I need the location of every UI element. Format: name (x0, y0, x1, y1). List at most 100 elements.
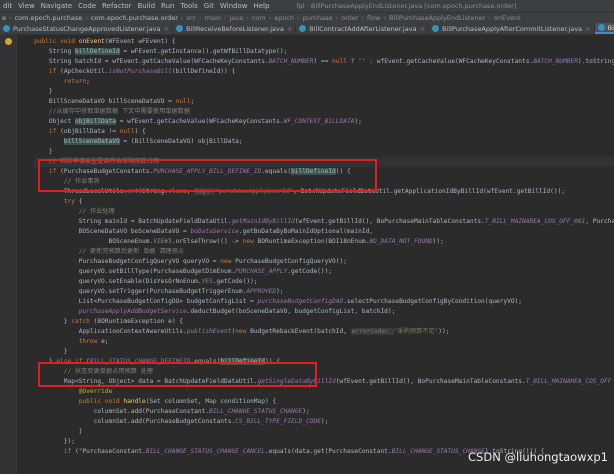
code-line[interactable]: queryVO.setEnable(DisYesOrNoEnum.YES.get… (34, 277, 258, 287)
code-line[interactable]: ApplicationContextAwareUtils.publishEven… (34, 327, 449, 337)
code-line[interactable]: }); (34, 437, 75, 447)
breadcrumb-item[interactable]: java (228, 14, 246, 22)
code-line[interactable]: String mainId = BatchUpdateFieldDataUtil… (34, 217, 614, 227)
code-line[interactable]: queryVO.setBillType(PurchaseBudgetDimEnu… (34, 267, 332, 277)
breadcrumb-item[interactable]: epoch (272, 14, 296, 22)
code-line[interactable]: throw e; (34, 337, 109, 347)
menu-item-help[interactable]: Help (250, 2, 272, 10)
code-token: .equals(data.get(PurchaseConstant. (265, 448, 392, 455)
code-line[interactable]: } (34, 147, 53, 157)
tab-label: BillContractAddAfterListener.java (309, 24, 417, 33)
parameter-hint: errorCode: (350, 328, 394, 335)
code-line[interactable]: List<PurchaseBudgetConfigDO> budgetConfi… (34, 297, 522, 307)
menu-item-build[interactable]: Build (134, 2, 158, 10)
code-line[interactable]: } catch (BORuntimeException e) { (34, 317, 183, 327)
breadcrumb-item[interactable]: com.epoch.purchase.order (89, 14, 180, 22)
editor-tab[interactable]: BillPurchaseApplyEndListener.java× (594, 23, 614, 34)
code-line[interactable]: BOSceneDataVO boSceneDataVO = boDataServ… (34, 227, 373, 237)
menu-item-view[interactable]: View (15, 2, 38, 10)
code-token: new (220, 258, 236, 265)
code-line[interactable]: // 更新完预算后更新 单据 清理预占 (34, 247, 184, 257)
code-editor[interactable]: public void onEvent(WFEvent wFEvent) { S… (17, 35, 614, 474)
code-token: onEvent (78, 38, 105, 45)
breadcrumb-item[interactable]: flow (365, 14, 382, 22)
close-icon[interactable]: × (585, 25, 590, 33)
editor-tab[interactable]: BillReceiveBeforeListener.java × (173, 23, 297, 34)
code-line[interactable]: columnSet.add(PurchaseBudgetConstants.CS… (34, 417, 329, 427)
bulb-icon[interactable] (5, 38, 12, 45)
breadcrumb-item[interactable]: BillPurchaseApplyEndListener (387, 14, 487, 22)
code-token: purchaseApplyAddBudgetService (78, 308, 187, 315)
code-token: PurchaseBudgetConfigQueryVO queryVO = (34, 258, 221, 265)
tab-label: BillPurchaseApplyAfterCommitListener.jav… (442, 24, 583, 33)
code-token: (wfEvent.getBillId(), BoPurchaseMainTabl… (335, 378, 526, 385)
editor-tab[interactable]: PurchaseStatusChangeApprovedListener.jav… (0, 23, 173, 34)
code-line[interactable]: @Override (34, 387, 113, 397)
close-icon[interactable]: × (420, 25, 425, 33)
breadcrumb-item[interactable]: com.epoch.purchase (13, 14, 85, 22)
code-line[interactable]: BOSceneEnum.VIEW).orElseThrow(() -> new … (34, 237, 444, 247)
code-token: if (63, 448, 75, 455)
code-line[interactable]: BillSceneDataVO billSceneDataVO = null; (34, 97, 194, 107)
code-line[interactable]: String batchId = wfEvent.getCacheValue(W… (34, 57, 614, 67)
menu-item-window[interactable]: Window (217, 2, 251, 10)
close-icon[interactable]: × (164, 25, 169, 33)
code-token: CS_BILL_TYPE_FIELD_CODE (235, 418, 321, 425)
code-line[interactable]: if (ApCheckUtil.isNotPurchaseBill(billDe… (34, 67, 235, 77)
code-token: } (34, 428, 83, 435)
menu-item-refactor[interactable]: Refactor (99, 2, 134, 10)
code-token: handle (123, 398, 146, 405)
code-line[interactable]: // 作业处理 (34, 207, 115, 217)
menu-item-dit[interactable]: dit (0, 2, 15, 10)
code-line[interactable]: } (34, 87, 53, 97)
code-line[interactable]: String billDefineId = wFEvent.getInstanc… (34, 47, 287, 57)
code-token: new (235, 328, 251, 335)
menu-item-tools[interactable]: Tools (177, 2, 200, 10)
code-token: : wfEvent.getCacheValue(WFCacheKeyConsta… (365, 58, 534, 65)
code-line[interactable]: if (objBillData != null) { (34, 127, 146, 137)
menu-item-navigate[interactable]: Navigate (38, 2, 75, 10)
code-line[interactable]: queryVO.setTrigger(PurchaseBudgetTrigger… (34, 287, 284, 297)
code-line[interactable]: columnSet.add(PurchaseConstant.BILL_CHAN… (34, 407, 310, 417)
code-line[interactable]: public void onEvent(WFEvent wFEvent) { (34, 37, 176, 47)
code-token: return (34, 78, 87, 85)
code-token: String (34, 48, 75, 55)
editor-tab[interactable]: BillPurchaseApplyAfterCommitListener.jav… (429, 23, 595, 34)
code-line[interactable]: PurchaseBudgetConfigQueryVO queryVO = ne… (34, 257, 347, 267)
breadcrumb-item[interactable]: onEvent (492, 14, 523, 22)
code-token: .getBoDataByBoMainIdOptional(mainId, (238, 228, 374, 235)
code-token: String batchId = wfEvent.getCacheValue(W… (34, 58, 269, 65)
code-line[interactable]: purchaseApplyAddBudgetService.deductBudg… (34, 307, 396, 317)
breadcrumb-item[interactable]: e (0, 14, 8, 22)
java-class-icon (597, 24, 605, 31)
code-token: List<PurchaseBudgetConfigDO> budgetConfi… (34, 298, 258, 305)
menu-item-code[interactable]: Code (75, 2, 99, 10)
breadcrumb-item[interactable]: main (203, 14, 223, 22)
code-token: ); (320, 418, 329, 425)
code-line[interactable]: } (34, 427, 83, 437)
code-token: BILL_CHANGE_STATUS_CHANGE_CANCEL (145, 448, 265, 455)
code-token: } (34, 318, 72, 325)
menu-item-run[interactable]: Run (158, 2, 177, 10)
close-icon[interactable]: × (287, 25, 292, 33)
code-line[interactable]: try { (34, 197, 83, 207)
editor-tab[interactable]: BillContractAddAfterListener.java × (296, 23, 430, 34)
menu-item-git[interactable]: Git (201, 2, 217, 10)
code-line[interactable]: return; (34, 77, 90, 87)
code-line[interactable]: Object objBillData = wfEvent.getCacheVal… (34, 117, 362, 127)
breadcrumb-item[interactable]: src (185, 14, 199, 22)
code-line[interactable]: public void handle(Set columnSet, Map co… (34, 397, 276, 407)
code-line[interactable]: billSceneDataVO = (BillSceneDataVO) objB… (34, 137, 243, 147)
code-line[interactable]: } (34, 347, 68, 357)
code-token: = wFEvent.getInstance().getWfBillDatatyp… (119, 48, 288, 55)
breadcrumb-item[interactable]: purchase (301, 14, 335, 22)
breadcrumb-item[interactable]: order (339, 14, 360, 22)
code-line[interactable]: //从缓存中获取单据数据 下文中需要使用单据数据 (34, 107, 190, 117)
code-token: (billDefineId)) { (171, 68, 236, 75)
code-token: , PurchaseB (585, 218, 614, 225)
code-token: )); (432, 238, 444, 245)
code-token: ) == (313, 58, 333, 65)
breadcrumb-item[interactable]: com (250, 14, 268, 22)
